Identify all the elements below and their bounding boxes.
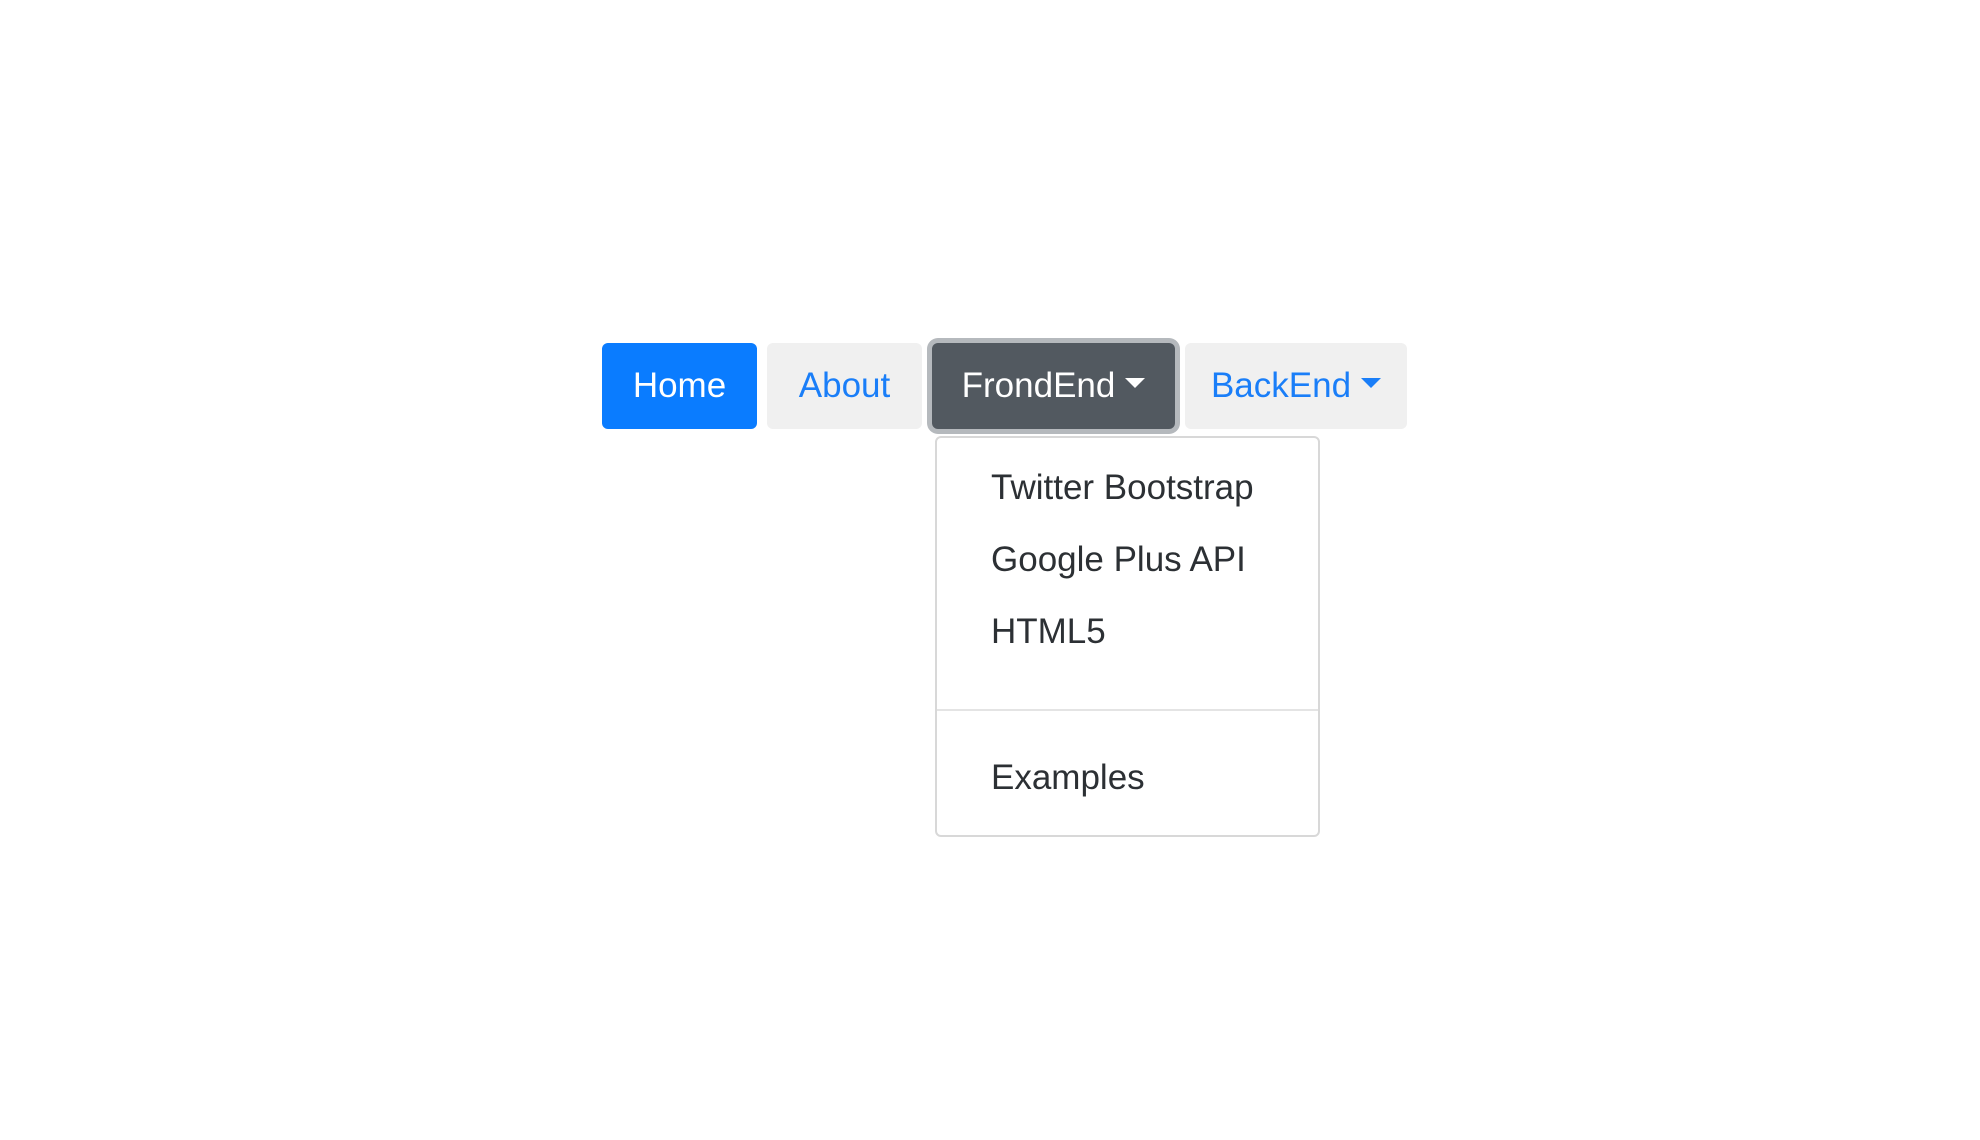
dropdown-item-google-plus-api[interactable]: Google Plus API [991,540,1246,580]
dropdown-divider [937,709,1318,711]
nav-home-pill[interactable]: Home [602,343,757,429]
page: Home About FrondEnd BackEnd Twitter Boot… [0,0,1980,1140]
nav-home-label: Home [632,366,727,405]
caret-down-icon [1361,378,1382,388]
caret-down-icon [1125,378,1146,388]
dropdown-item-twitter-bootstrap[interactable]: Twitter Bootstrap [991,468,1254,508]
dropdown-item-examples[interactable]: Examples [991,758,1145,798]
nav-frontend-label: FrondEnd [961,366,1116,405]
dropdown-item-html5[interactable]: HTML5 [991,612,1106,652]
nav-backend-label: BackEnd [1210,366,1352,405]
nav-pills: Home About FrondEnd BackEnd [602,343,1407,429]
nav-backend-dropdown-toggle[interactable]: BackEnd [1185,343,1407,429]
nav-about-label: About [798,366,891,405]
nav-about-pill[interactable]: About [767,343,922,429]
frontend-dropdown-menu: Twitter Bootstrap Google Plus API HTML5 … [935,436,1320,837]
nav-frontend-dropdown-toggle[interactable]: FrondEnd [932,343,1175,429]
